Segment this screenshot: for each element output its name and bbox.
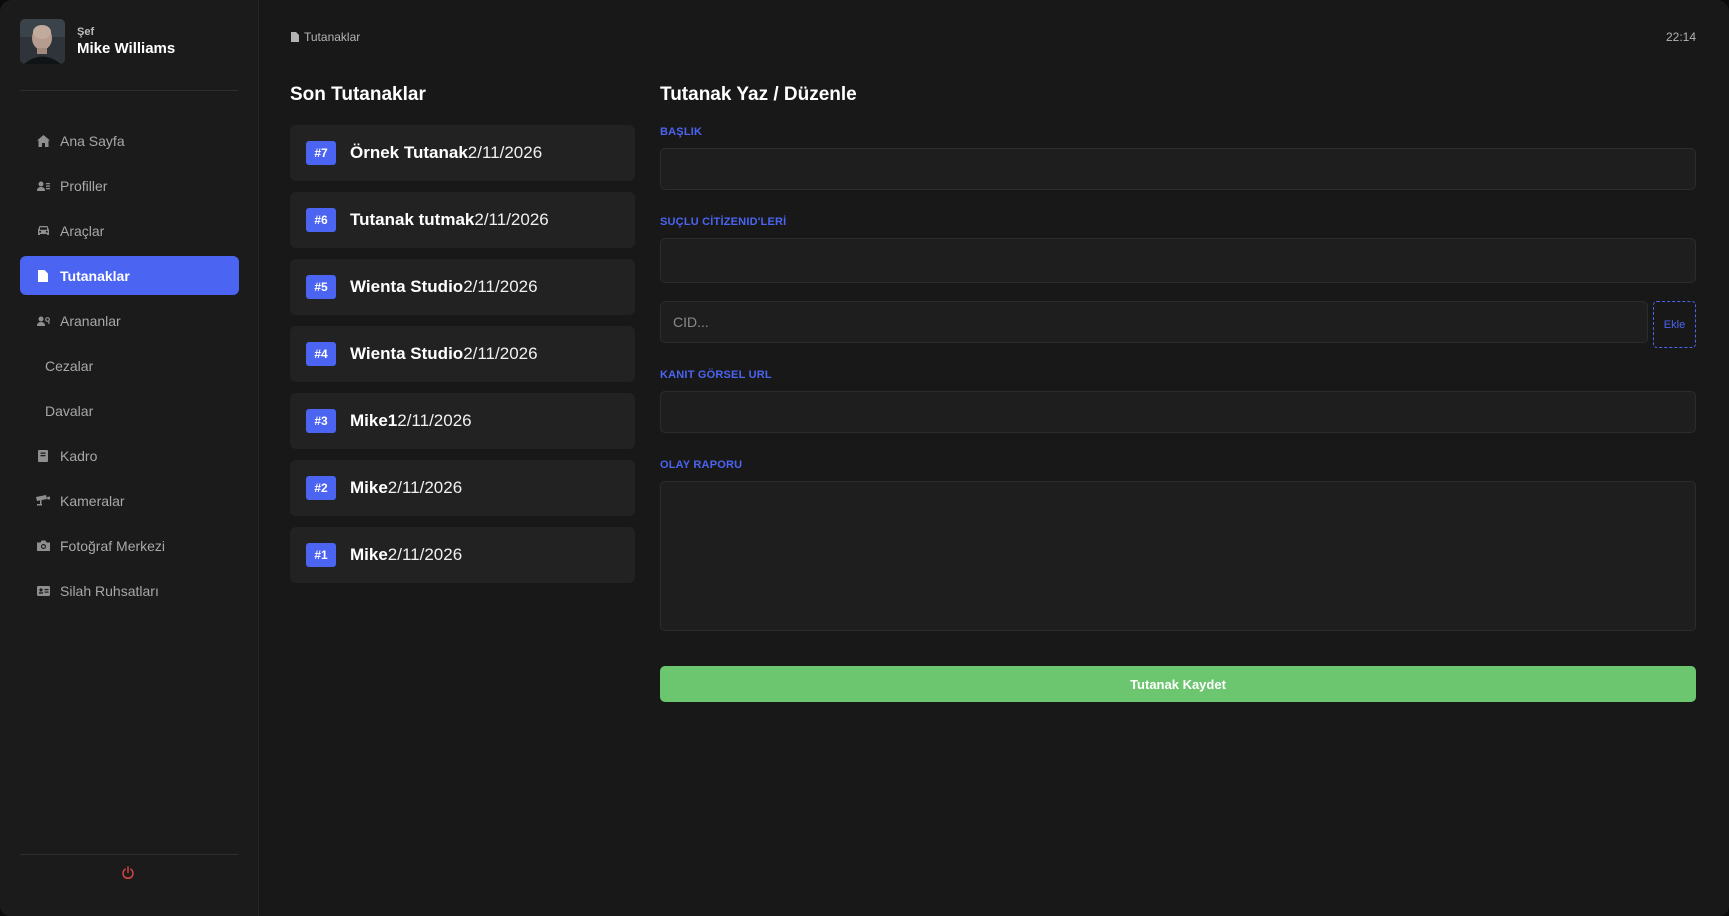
record-date: 2/11/2026 (387, 545, 463, 564)
sidebar-item-ana-sayfa[interactable]: Ana Sayfa (20, 121, 239, 160)
sidebar-item-label: Ana Sayfa (60, 132, 125, 149)
breadcrumb-label: Tutanaklar (304, 30, 361, 44)
list-item[interactable]: #4 Wienta Studio 2/11/2026 (290, 326, 635, 382)
camera-cctv-icon (36, 494, 50, 508)
record-date: 2/11/2026 (463, 277, 538, 296)
sidebar-item-label: Kadro (60, 447, 98, 464)
user-name: Mike Williams (77, 39, 176, 57)
record-id-badge: #6 (306, 208, 336, 232)
list-item[interactable]: #3 Mike1 2/11/2026 (290, 393, 635, 449)
sidebar-item-label: Araçlar (60, 222, 105, 239)
home-icon (36, 134, 50, 148)
suspects-field-label: SUÇLU CİTİZENID'LERİ (660, 216, 787, 228)
list-item[interactable]: #6 Tutanak tutmak 2/11/2026 (290, 192, 635, 248)
sidebar-item-tutanaklar[interactable]: Tutanaklar (20, 256, 239, 295)
evidence-url-input[interactable] (660, 391, 1696, 433)
save-button[interactable]: Tutanak Kaydet (660, 666, 1696, 702)
list-item[interactable]: #7 Örnek Tutanak 2/11/2026 (290, 125, 635, 181)
record-title: Tutanak tutmak (350, 210, 475, 229)
cid-input[interactable] (660, 301, 1648, 343)
sidebar-item-arananlar[interactable]: Arananlar (20, 301, 239, 340)
record-id-badge: #1 (306, 543, 336, 567)
avatar (20, 19, 65, 64)
car-icon (36, 224, 50, 238)
record-title: Mike1 (350, 411, 398, 430)
record-title: Mike (350, 478, 388, 497)
app-window: Şef Mike Williams Ana Sayfa Profiller Ar… (0, 0, 1729, 916)
camera-icon (36, 539, 50, 553)
sidebar-item-davalar[interactable]: Davalar (20, 391, 239, 430)
user-search-icon (36, 314, 50, 328)
sidebar-item-araclar[interactable]: Araçlar (20, 211, 239, 250)
record-form: Tutanak Yaz / Düzenle BAŞLIK SUÇLU CİTİZ… (660, 0, 1696, 916)
sidebar-nav: Ana Sayfa Profiller Araçlar Tutanaklar A… (20, 121, 239, 616)
record-title: Örnek Tutanak (350, 143, 468, 162)
record-date: 2/11/2026 (463, 344, 538, 363)
file-icon (291, 32, 299, 42)
power-icon[interactable] (119, 864, 137, 882)
user-profile: Şef Mike Williams (20, 19, 175, 64)
record-date: 2/11/2026 (467, 143, 543, 162)
record-date: 2/11/2026 (397, 411, 472, 430)
title-field-label: BAŞLIK (660, 126, 703, 138)
sidebar-item-profiller[interactable]: Profiller (20, 166, 239, 205)
record-id-badge: #7 (306, 141, 336, 165)
record-id-badge: #3 (306, 409, 336, 433)
sidebar-divider (20, 90, 238, 91)
evidence-field-label: KANIT GÖRSEL URL (660, 369, 772, 381)
sidebar-item-label: Kameralar (60, 492, 125, 509)
record-date: 2/11/2026 (474, 210, 549, 229)
report-field-label: OLAY RAPORU (660, 459, 743, 471)
user-role: Şef (77, 25, 95, 38)
record-id-badge: #5 (306, 275, 336, 299)
record-id-badge: #2 (306, 476, 336, 500)
sidebar-item-cezalar[interactable]: Cezalar (20, 346, 239, 385)
sidebar-divider (20, 854, 238, 855)
list-item[interactable]: #2 Mike 2/11/2026 (290, 460, 635, 516)
form-title: Tutanak Yaz / Düzenle (660, 84, 857, 105)
list-item[interactable]: #1 Mike 2/11/2026 (290, 527, 635, 583)
sidebar-item-kadro[interactable]: Kadro (20, 436, 239, 475)
report-textarea[interactable] (660, 481, 1696, 631)
sidebar-item-label: Arananlar (60, 312, 121, 329)
records-list: #7 Örnek Tutanak 2/11/2026 #6 Tutanak tut… (290, 125, 635, 594)
sidebar-item-silah-ruhsatlari[interactable]: Silah Ruhsatları (20, 571, 239, 610)
suspects-list (660, 238, 1696, 283)
sidebar-item-label: Cezalar (45, 357, 94, 374)
record-date: 2/11/2026 (387, 478, 463, 497)
sidebar-item-label: Profiller (60, 177, 108, 194)
sidebar: Şef Mike Williams Ana Sayfa Profiller Ar… (0, 0, 259, 916)
record-title: Wienta Studio (350, 277, 464, 296)
sidebar-item-label: Tutanaklar (60, 267, 130, 284)
record-title: Mike (350, 545, 388, 564)
title-input[interactable] (660, 148, 1696, 190)
book-icon (36, 449, 50, 463)
file-icon (36, 269, 50, 283)
record-title: Wienta Studio (350, 344, 464, 363)
records-list-title: Son Tutanaklar (290, 84, 426, 105)
add-cid-button[interactable]: Ekle (1653, 301, 1696, 348)
record-id-badge: #4 (306, 342, 336, 366)
users-icon (36, 179, 50, 193)
sidebar-item-label: Silah Ruhsatları (60, 582, 159, 599)
list-item[interactable]: #5 Wienta Studio 2/11/2026 (290, 259, 635, 315)
sidebar-item-label: Fotoğraf Merkezi (60, 537, 166, 554)
sidebar-item-kameralar[interactable]: Kameralar (20, 481, 239, 520)
id-card-icon (36, 584, 50, 598)
sidebar-item-fotograf-merkezi[interactable]: Fotoğraf Merkezi (20, 526, 239, 565)
sidebar-item-label: Davalar (45, 402, 94, 419)
breadcrumb: Tutanaklar (291, 30, 360, 44)
